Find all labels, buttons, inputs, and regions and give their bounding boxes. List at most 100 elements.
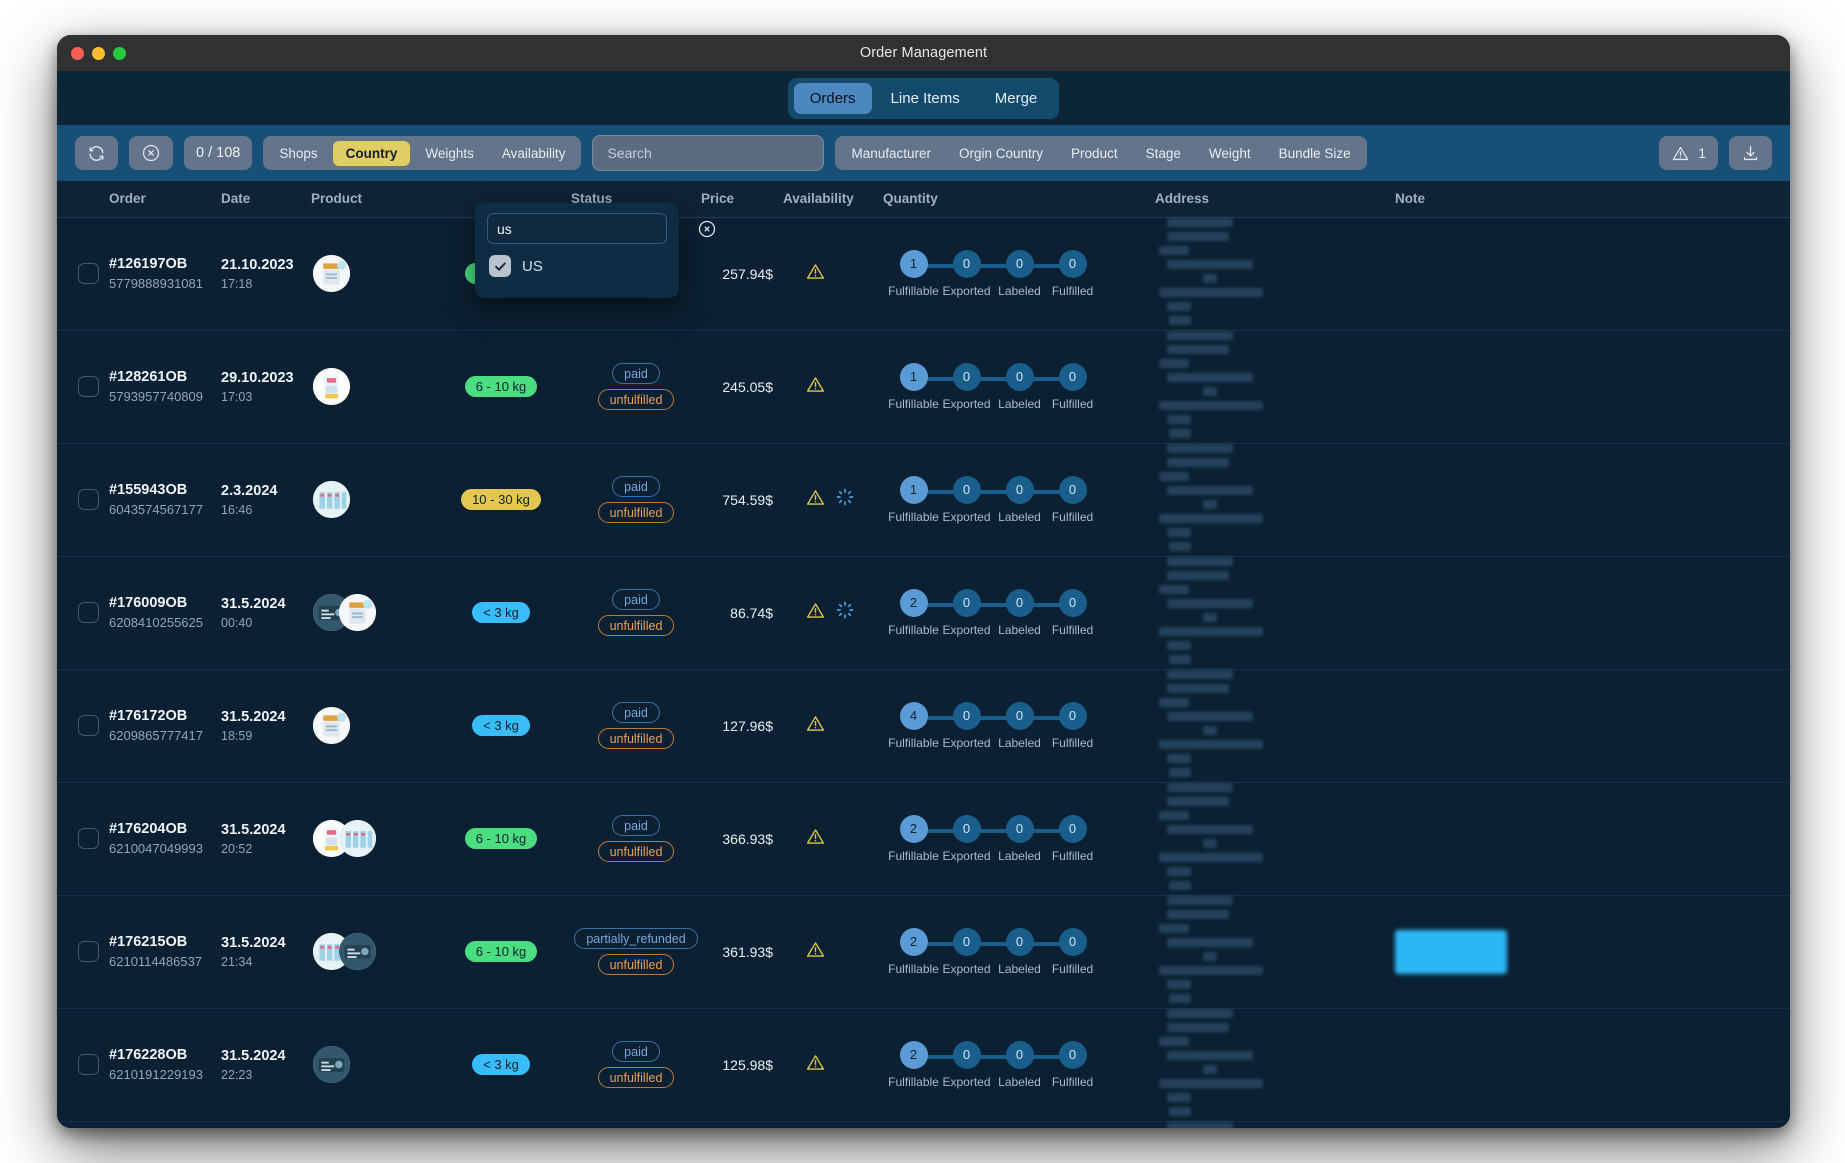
row-select-cell[interactable] (57, 330, 109, 444)
quantity-stage-value[interactable]: 0 (1005, 814, 1034, 843)
row-checkbox[interactable] (78, 941, 99, 962)
quantity-stage-value[interactable]: 2 (899, 814, 928, 843)
row-select-cell[interactable] (57, 895, 109, 1009)
note-cell[interactable] (1395, 330, 1790, 444)
country-popover-clear-button[interactable] (697, 219, 717, 239)
quantity-stage-value[interactable]: 0 (952, 814, 981, 843)
note-cell[interactable] (1395, 217, 1790, 331)
product-thumbnail[interactable] (339, 820, 376, 857)
quantity-stage-value[interactable]: 0 (1058, 475, 1087, 504)
table-row[interactable]: #155943OB 6043574567177 2.3.2024 16:46 10 - … (57, 443, 1790, 557)
availability-warning-icon[interactable] (805, 713, 826, 739)
row-checkbox[interactable] (78, 489, 99, 510)
quantity-stage-value[interactable]: 1 (899, 249, 928, 278)
row-checkbox[interactable] (78, 715, 99, 736)
product-thumbnail[interactable] (313, 481, 350, 518)
quantity-stage-value[interactable]: 0 (952, 927, 981, 956)
tab-merge[interactable]: Merge (979, 83, 1054, 114)
quantity-stage-value[interactable]: 0 (1058, 362, 1087, 391)
column-manufacturer[interactable]: Manufacturer (838, 141, 944, 166)
quantity-stage-value[interactable]: 0 (1058, 1040, 1087, 1069)
note-cell[interactable] (1395, 1008, 1790, 1122)
note-cell[interactable] (1395, 895, 1790, 1009)
clear-selection-button[interactable] (129, 136, 173, 170)
quantity-stage-value[interactable]: 0 (952, 362, 981, 391)
column-weight[interactable]: Weight (1196, 141, 1264, 166)
row-select-cell[interactable] (57, 556, 109, 670)
quantity-stage-value[interactable]: 0 (1058, 814, 1087, 843)
orders-table-container[interactable]: Order Date Product Status Price Availabi… (57, 181, 1790, 1128)
quantity-stage-value[interactable]: 0 (1005, 1040, 1034, 1069)
quantity-stage-value[interactable]: 0 (1005, 927, 1034, 956)
availability-warning-icon[interactable] (805, 826, 826, 852)
refresh-button[interactable] (75, 136, 118, 170)
quantity-stage-value[interactable]: 0 (1058, 249, 1087, 278)
table-row[interactable]: #176237OB621026741479331.5.202423:28 4 - … (57, 1121, 1790, 1128)
header-price[interactable]: Price (701, 181, 783, 218)
header-product[interactable]: Product (311, 181, 431, 218)
country-filter-popover[interactable]: US (475, 203, 716, 298)
row-checkbox[interactable] (78, 602, 99, 623)
tab-orders[interactable]: Orders (793, 82, 872, 114)
row-select-cell[interactable] (57, 669, 109, 783)
filter-availability[interactable]: Availability (489, 141, 579, 166)
row-select-cell[interactable] (57, 782, 109, 896)
quantity-stage-value[interactable]: 0 (952, 1040, 981, 1069)
quantity-stage-value[interactable]: 0 (1058, 588, 1087, 617)
header-availability[interactable]: Availability (783, 181, 883, 218)
quantity-stage-value[interactable]: 0 (1005, 701, 1034, 730)
quantity-stage-value[interactable]: 1 (899, 362, 928, 391)
product-thumbnail[interactable] (313, 255, 350, 292)
checkbox-checked-icon[interactable] (489, 255, 511, 277)
row-checkbox[interactable] (78, 1054, 99, 1075)
product-thumbnail[interactable] (313, 707, 350, 744)
note-cell[interactable] (1395, 1121, 1790, 1128)
availability-warning-icon[interactable] (805, 487, 826, 513)
availability-warning-icon[interactable] (805, 374, 826, 400)
table-row[interactable]: #176204OB 6210047049993 31.5.2024 20:52 6 - … (57, 782, 1790, 896)
filter-country[interactable]: Country (332, 140, 411, 166)
note-cell[interactable] (1395, 669, 1790, 783)
quantity-stage-value[interactable]: 0 (1005, 249, 1034, 278)
availability-warning-icon[interactable] (805, 600, 826, 626)
quantity-stage-value[interactable]: 0 (952, 701, 981, 730)
table-row[interactable]: #128261OB 5793957740809 29.10.2023 17:03 6 -… (57, 330, 1790, 444)
product-thumbnail[interactable] (313, 1046, 350, 1083)
row-select-cell[interactable] (57, 1008, 109, 1122)
column-stage[interactable]: Stage (1133, 141, 1194, 166)
quantity-stage-value[interactable]: 1 (899, 475, 928, 504)
country-option-us[interactable]: US (487, 255, 667, 277)
quantity-stage-value[interactable]: 0 (952, 475, 981, 504)
row-select-cell[interactable] (57, 217, 109, 331)
row-select-cell[interactable] (57, 1121, 109, 1128)
table-row[interactable]: #176172OB 6209865777417 31.5.2024 18:59 < 3 … (57, 669, 1790, 783)
availability-warning-icon[interactable] (805, 1052, 826, 1078)
product-thumbnail[interactable] (339, 933, 376, 970)
product-thumbnail[interactable] (313, 368, 350, 405)
column-orgin-country[interactable]: Orgin Country (946, 141, 1056, 166)
note-cell[interactable] (1395, 782, 1790, 896)
header-address[interactable]: Address (1155, 181, 1395, 218)
availability-warning-icon[interactable] (805, 261, 826, 287)
column-bundle-size[interactable]: Bundle Size (1266, 141, 1364, 166)
table-row[interactable]: #126197OB577988893108121.10.202317:186 -… (57, 217, 1790, 331)
header-quantity[interactable]: Quantity (883, 181, 1155, 218)
quantity-stage-value[interactable]: 0 (1058, 927, 1087, 956)
tab-line-items[interactable]: Line Items (875, 83, 976, 114)
product-thumbnail[interactable] (339, 594, 376, 631)
quantity-stage-value[interactable]: 0 (952, 249, 981, 278)
table-row[interactable]: #176215OB 6210114486537 31.5.2024 21:34 6 - … (57, 895, 1790, 1009)
quantity-stage-value[interactable]: 0 (1058, 701, 1087, 730)
quantity-stage-value[interactable]: 4 (899, 701, 928, 730)
header-note[interactable]: Note (1395, 181, 1790, 218)
header-order[interactable]: Order (109, 181, 221, 218)
country-search-input[interactable] (487, 213, 667, 244)
quantity-stage-value[interactable]: 2 (899, 588, 928, 617)
row-select-cell[interactable] (57, 443, 109, 557)
availability-warning-icon[interactable] (805, 939, 826, 965)
filter-shops[interactable]: Shops (266, 141, 330, 166)
table-row[interactable]: #176228OB 6210191229193 31.5.2024 22:23 < 3 … (57, 1008, 1790, 1122)
quantity-stage-value[interactable]: 0 (1005, 475, 1034, 504)
column-product[interactable]: Product (1058, 141, 1131, 166)
search-input[interactable] (592, 135, 825, 171)
